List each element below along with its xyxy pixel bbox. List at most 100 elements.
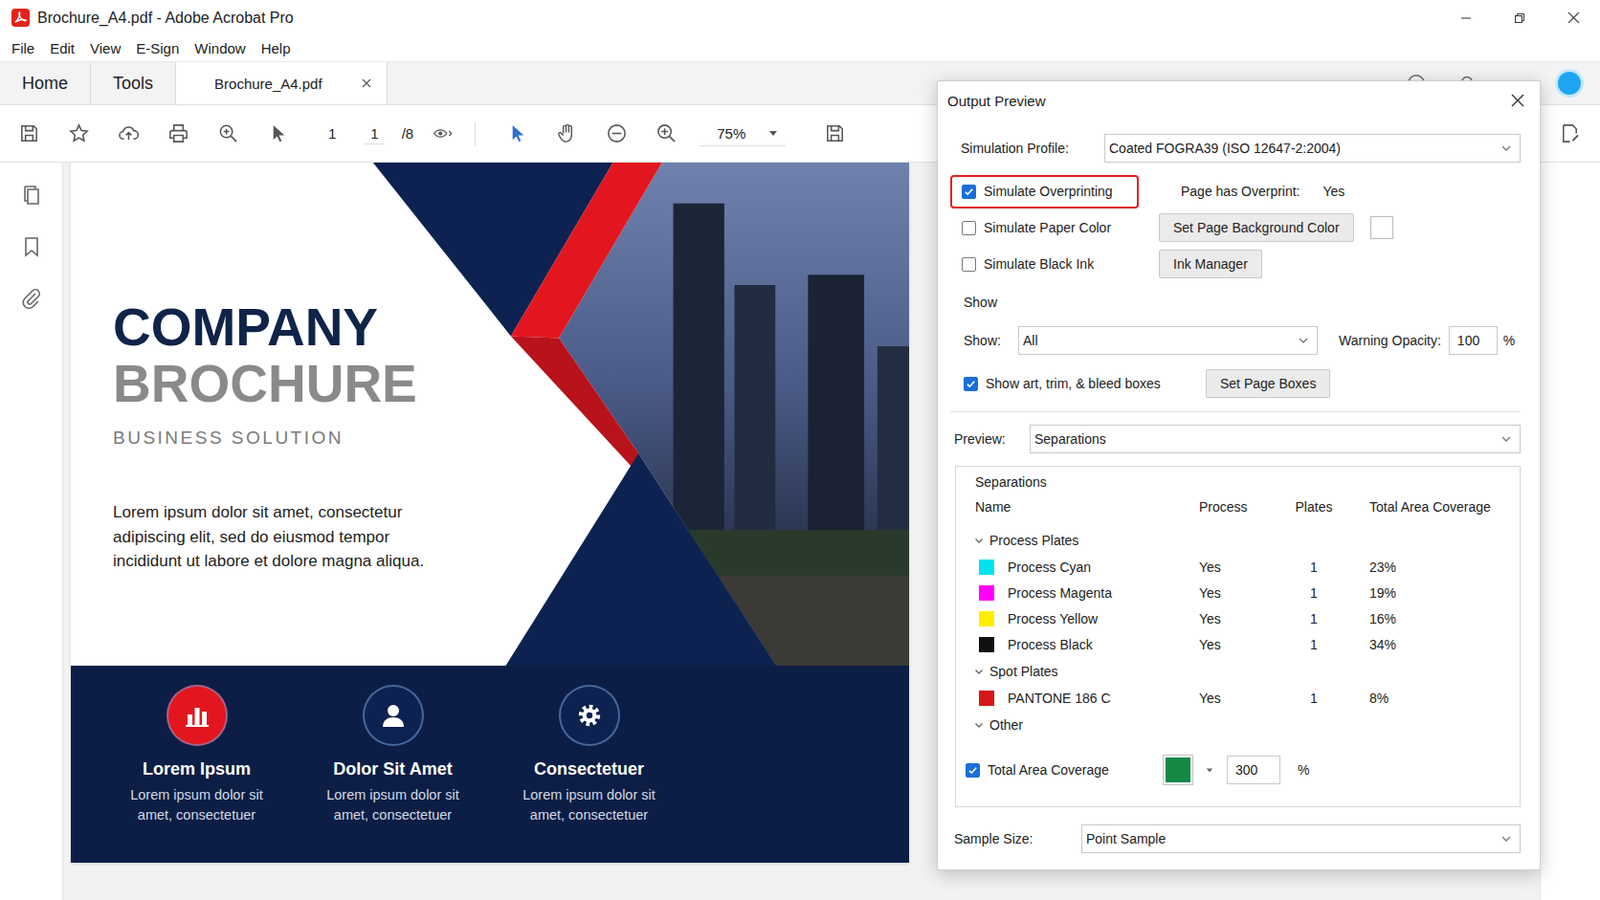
plate-group[interactable]: Spot Plates [955,657,1520,686]
plate-process: Yes [1199,585,1276,601]
cover-graphic [70,162,910,667]
attachment-icon[interactable] [20,287,44,311]
set-page-background-button[interactable]: Set Page Background Color [1158,213,1355,243]
feature-text: Lorem ipsum dolor sit [326,785,460,806]
plate-row[interactable]: Process Yellow Yes 1 16% [955,605,1520,632]
cursor-icon[interactable] [266,122,289,145]
set-page-boxes-button[interactable]: Set Page Boxes [1205,369,1331,399]
ink-manager-button[interactable]: Ink Manager [1158,249,1263,279]
preview-select[interactable]: Separations [1029,424,1521,454]
feature-text: Lorem ipsum dolor sit [522,785,656,806]
zoom-field[interactable]: 75% [699,121,786,147]
plate-swatch [978,637,995,653]
check-icon [964,377,978,391]
left-sidebar [0,162,64,900]
plate-row[interactable]: Process Magenta Yes 1 19% [955,579,1520,606]
page-number: 1 [328,125,336,142]
column-header: Total Area Coverage [1352,499,1520,515]
color-dropdown-icon[interactable] [1205,766,1214,775]
bookmark-icon[interactable] [20,235,44,259]
show-select[interactable]: All [1018,326,1318,356]
total-area-coverage-option[interactable]: Total Area Coverage [965,762,1164,778]
feature: Consectetuer Lorem ipsum dolor sitamet, … [490,666,688,864]
edit-document-icon[interactable] [1558,122,1581,145]
checkbox[interactable] [961,221,977,236]
zoom-out-icon[interactable] [605,122,628,145]
minimize-button[interactable] [1439,0,1493,36]
plate-group[interactable]: Other [955,711,1520,739]
feature-text: Lorem ipsum dolor sit [130,785,264,806]
show-label: Show: [963,333,1019,349]
coverage-color-swatch[interactable] [1163,755,1193,785]
cloud-upload-icon[interactable] [117,122,140,145]
zoom-in-icon[interactable] [655,122,678,145]
page-input[interactable]: 1 [364,123,384,145]
expand-chevron-icon[interactable] [974,535,984,546]
save-icon[interactable] [18,122,41,145]
restore-icon [1513,12,1526,24]
expand-chevron-icon[interactable] [974,720,984,731]
close-tab-icon[interactable] [361,78,372,89]
hand-tool-icon[interactable] [555,122,578,145]
save-copy-icon[interactable] [823,122,846,145]
tab[interactable]: Tools [90,62,177,105]
total-area-coverage-input[interactable]: 300 [1226,755,1281,785]
plate-swatch [978,585,995,601]
plate-coverage: 23% [1352,559,1520,576]
show-page-boxes-option[interactable]: Show art, trim, & bleed boxes [963,376,1206,392]
plate-row[interactable]: PANTONE 186 C Yes 1 8% [955,685,1520,712]
tab[interactable]: Home [0,62,91,105]
title-bar: Brochure_A4.pdf - Adobe Acrobat Pro [0,0,1600,36]
menu-item[interactable]: File [11,40,35,57]
plate-group[interactable]: Process Plates [955,526,1520,555]
acrobat-logo-icon [11,8,30,27]
sample-size-select[interactable]: Point Sample [1081,824,1521,854]
menu-item[interactable]: View [89,40,121,57]
star-icon[interactable] [67,122,90,145]
plate-row[interactable]: Process Cyan Yes 1 23% [955,554,1520,580]
menu-item[interactable]: Help [261,40,291,57]
total-area-coverage-unit: % [1297,762,1310,778]
page-total: /8 [401,125,415,142]
select-tool-icon[interactable] [506,122,529,145]
simulation-profile-label: Simulation Profile: [960,140,1105,156]
feature-title: Consectetuer [533,757,645,781]
simulate-overprinting-option[interactable]: Simulate Overprinting [950,175,1139,209]
menu-item[interactable]: Edit [49,40,75,57]
simulation-profile-select[interactable]: Coated FOGRA39 (ISO 12647-2:2004) [1104,133,1521,163]
checkbox[interactable] [963,377,978,392]
checkbox[interactable] [965,763,980,778]
acrobat-window: Brochure_A4.pdf - Adobe Acrobat Pro File… [0,0,1600,900]
close-dialog-icon[interactable] [1511,93,1525,108]
zoom-search-icon[interactable] [217,122,240,145]
expand-chevron-icon[interactable] [974,666,984,677]
plate-process: Yes [1199,637,1276,653]
tab[interactable]: Brochure_A4.pdf [176,62,388,105]
dropdown-arrow-icon [768,128,778,138]
warning-opacity-input[interactable]: 100 [1448,326,1498,356]
menu-item[interactable]: Window [194,40,245,57]
feature-text: amet, consectetuer [530,805,648,826]
restore-button[interactable] [1492,0,1547,36]
avatar-icon[interactable] [1557,71,1581,95]
separations-heading: Separations [955,470,1520,494]
page-background-swatch[interactable] [1370,216,1394,240]
plate-count: 1 [1275,611,1353,627]
pages-icon[interactable] [20,183,44,207]
separations-panel: Separations NameProcessPlatesTotal Area … [955,466,1521,808]
page-overprint-value: Yes [1323,183,1346,200]
menu-item[interactable]: E-Sign [135,40,179,57]
checkbox[interactable] [961,184,977,200]
feature: Dolor Sit Amet Lorem ipsum dolor sitamet… [294,666,491,864]
feature-title: Lorem Ipsum [142,757,251,781]
checkbox[interactable] [961,257,977,272]
check-icon [962,185,976,199]
read-mode-icon[interactable] [432,122,455,145]
simulate-black-ink-option[interactable]: Simulate Black Ink [950,247,1139,282]
close-button[interactable] [1546,0,1600,36]
plate-row[interactable]: Process Black Yes 1 34% [955,631,1520,658]
plate-swatch [978,559,995,576]
print-icon[interactable] [167,122,190,145]
simulate-paper-color-option[interactable]: Simulate Paper Color [950,211,1139,245]
brochure-title-second-line: BROCHURE [112,355,910,413]
